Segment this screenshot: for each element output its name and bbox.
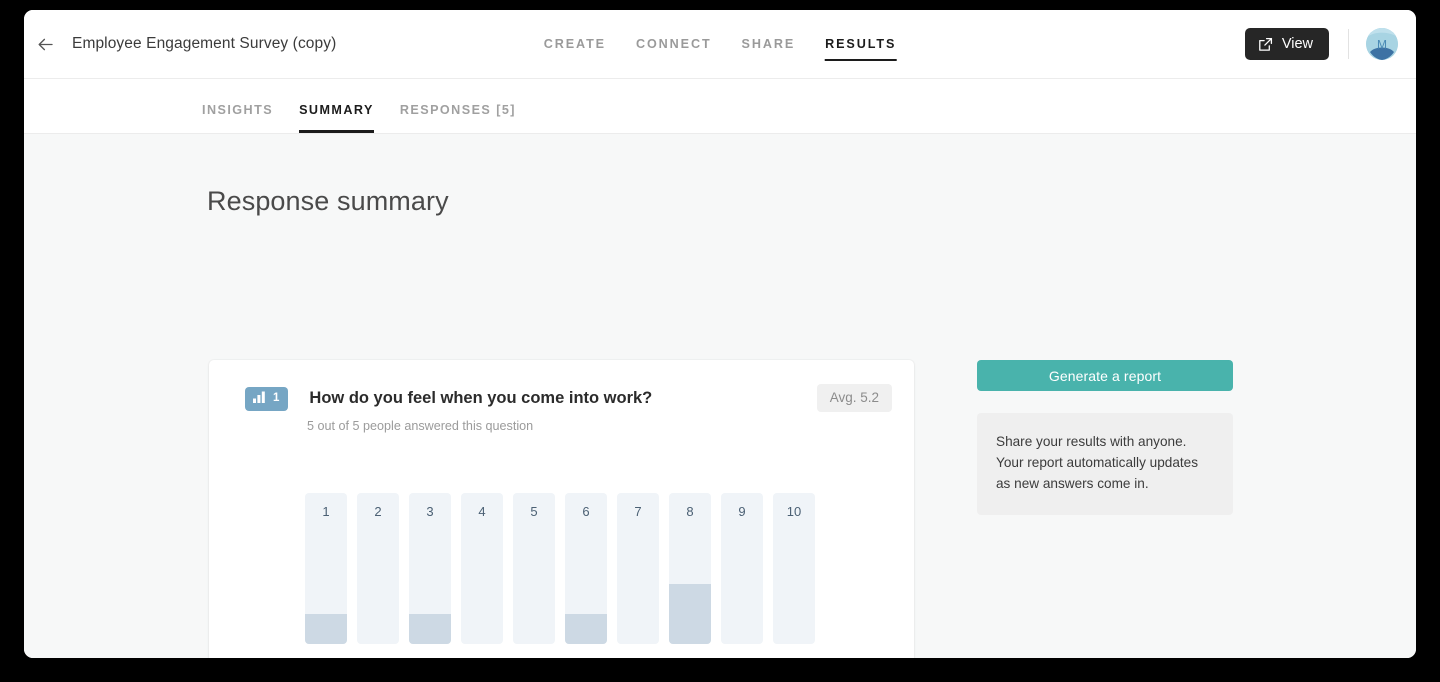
tab-responses[interactable]: RESPONSES [5] <box>400 103 516 133</box>
bar-category-label: 4 <box>478 504 486 519</box>
bar-value-label: 0% <box>473 657 492 658</box>
nav-item-create[interactable]: CREATE <box>544 21 606 67</box>
main-navigation: CREATE CONNECT SHARE RESULTS <box>544 10 897 78</box>
bar-fill <box>669 583 711 644</box>
tab-summary[interactable]: SUMMARY <box>299 103 374 133</box>
question-card: 1 How do you feel when you come into wor… <box>209 360 914 658</box>
bar-category-label: 6 <box>582 504 590 519</box>
tab-insights[interactable]: INSIGHTS <box>202 103 273 133</box>
view-button[interactable]: View <box>1244 28 1329 60</box>
bar-column[interactable]: 4 0% <box>461 493 503 658</box>
bar-column[interactable]: 6 20% <box>565 493 607 658</box>
bar-fill <box>565 613 607 644</box>
bar-value-label: 0% <box>733 657 752 658</box>
question-number-badge: 1 <box>245 387 289 411</box>
bar-track: 9 <box>721 493 763 644</box>
right-rail: Generate a report Share your results wit… <box>977 360 1233 515</box>
toolbar-divider <box>1348 29 1349 59</box>
bar-track: 8 <box>669 493 711 644</box>
bar-category-label: 9 <box>738 504 746 519</box>
average-badge: Avg. 5.2 <box>816 384 892 412</box>
bar-value-label: 20% <box>573 657 599 658</box>
bar-value-label: 0% <box>369 657 388 658</box>
bar-value-label: 40% <box>677 657 703 658</box>
bar-column[interactable]: 1 20% <box>305 493 347 658</box>
bar-track: 6 <box>565 493 607 644</box>
survey-title: Employee Engagement Survey (copy) <box>72 35 337 52</box>
app-window: Employee Engagement Survey (copy) CREATE… <box>24 10 1416 658</box>
report-info-note: Share your results with anyone. Your rep… <box>977 413 1233 515</box>
bar-fill <box>305 613 347 644</box>
question-header: 1 How do you feel when you come into wor… <box>209 360 914 412</box>
view-button-label: View <box>1281 36 1313 52</box>
bar-column[interactable]: 9 0% <box>721 493 763 658</box>
bar-track: 1 <box>305 493 347 644</box>
bar-track: 2 <box>357 493 399 644</box>
nav-item-share[interactable]: SHARE <box>742 21 796 67</box>
bar-category-label: 10 <box>786 504 802 519</box>
top-bar-right: View M <box>1244 10 1398 78</box>
page-title: Response summary <box>207 186 449 216</box>
bar-column[interactable]: 8 40% <box>669 493 711 658</box>
sub-navigation: INSIGHTS SUMMARY RESPONSES [5] <box>24 79 1416 134</box>
bar-column[interactable]: 10 0% <box>773 493 815 658</box>
bar-track: 7 <box>617 493 659 644</box>
bar-category-label: 5 <box>530 504 538 519</box>
top-bar: Employee Engagement Survey (copy) CREATE… <box>24 10 1416 79</box>
bar-column[interactable]: 3 20% <box>409 493 451 658</box>
svg-text:M: M <box>1377 38 1387 52</box>
bar-value-label: 20% <box>417 657 443 658</box>
bar-column[interactable]: 7 0% <box>617 493 659 658</box>
bar-track: 5 <box>513 493 555 644</box>
avatar[interactable]: M <box>1366 28 1398 60</box>
bar-column[interactable]: 5 0% <box>513 493 555 658</box>
bar-value-label: 0% <box>525 657 544 658</box>
bar-category-label: 1 <box>322 504 330 519</box>
nav-item-connect[interactable]: CONNECT <box>636 21 712 67</box>
bar-fill <box>409 613 451 644</box>
bar-category-label: 7 <box>634 504 642 519</box>
bar-value-label: 0% <box>629 657 648 658</box>
bar-chart: 120%20%320%40%50%620%70%840%90%100% <box>305 493 833 658</box>
bar-category-label: 8 <box>686 504 694 519</box>
bar-chart-columns: 120%20%320%40%50%620%70%840%90%100% <box>305 493 833 658</box>
response-count-text: 5 out of 5 people answered this question <box>307 419 534 433</box>
page-body: Response summary 1 How do you feel when … <box>24 134 1416 658</box>
bar-track: 10 <box>773 493 815 644</box>
bar-category-label: 3 <box>426 504 434 519</box>
bar-track: 3 <box>409 493 451 644</box>
nav-item-results[interactable]: RESULTS <box>825 21 897 67</box>
arrow-left-icon <box>36 35 55 54</box>
bar-chart-icon <box>253 390 266 408</box>
external-link-icon <box>1258 37 1273 52</box>
question-number: 1 <box>273 392 280 405</box>
bar-track: 4 <box>461 493 503 644</box>
question-text: How do you feel when you come into work? <box>309 389 653 407</box>
bar-value-label: 20% <box>313 657 339 658</box>
bar-value-label: 0% <box>785 657 804 658</box>
bar-column[interactable]: 2 0% <box>357 493 399 658</box>
bar-category-label: 2 <box>374 504 382 519</box>
generate-report-button[interactable]: Generate a report <box>977 360 1233 391</box>
back-button[interactable] <box>28 27 62 61</box>
